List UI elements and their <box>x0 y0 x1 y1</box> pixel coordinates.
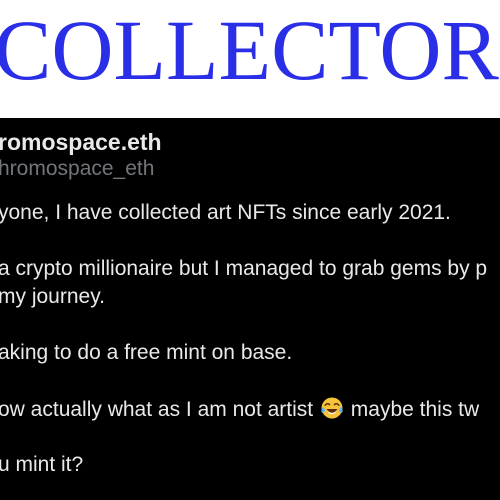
tweet-card: romospace.eth hromospace_eth yone, I hav… <box>0 118 500 500</box>
author-display-name[interactable]: romospace.eth <box>0 128 162 156</box>
tweet-text-segment: ow actually what as I am not artist <box>0 398 319 421</box>
tweet-text-line: my journey. <box>0 285 105 308</box>
tweet-text-line: a crypto millionaire but I managed to gr… <box>0 257 488 280</box>
banner-title: COLLECTOR NF <box>0 2 500 98</box>
tweet-text-line: aking to do a free mint on base. <box>0 341 293 364</box>
tweet-text-line-with-emoji: ow actually what as I am not artist mayb… <box>0 396 479 423</box>
tweet-text-segment: maybe this tw <box>344 398 480 421</box>
face-with-tears-of-joy-icon <box>320 396 344 420</box>
banner: COLLECTOR NF <box>0 0 500 118</box>
tweet-text-line: u mint it? <box>0 453 84 476</box>
page: COLLECTOR NF romospace.eth hromospace_et… <box>0 0 500 500</box>
tweet-text-line: yone, I have collected art NFTs since ea… <box>0 201 451 224</box>
author-handle[interactable]: hromospace_eth <box>0 156 154 182</box>
